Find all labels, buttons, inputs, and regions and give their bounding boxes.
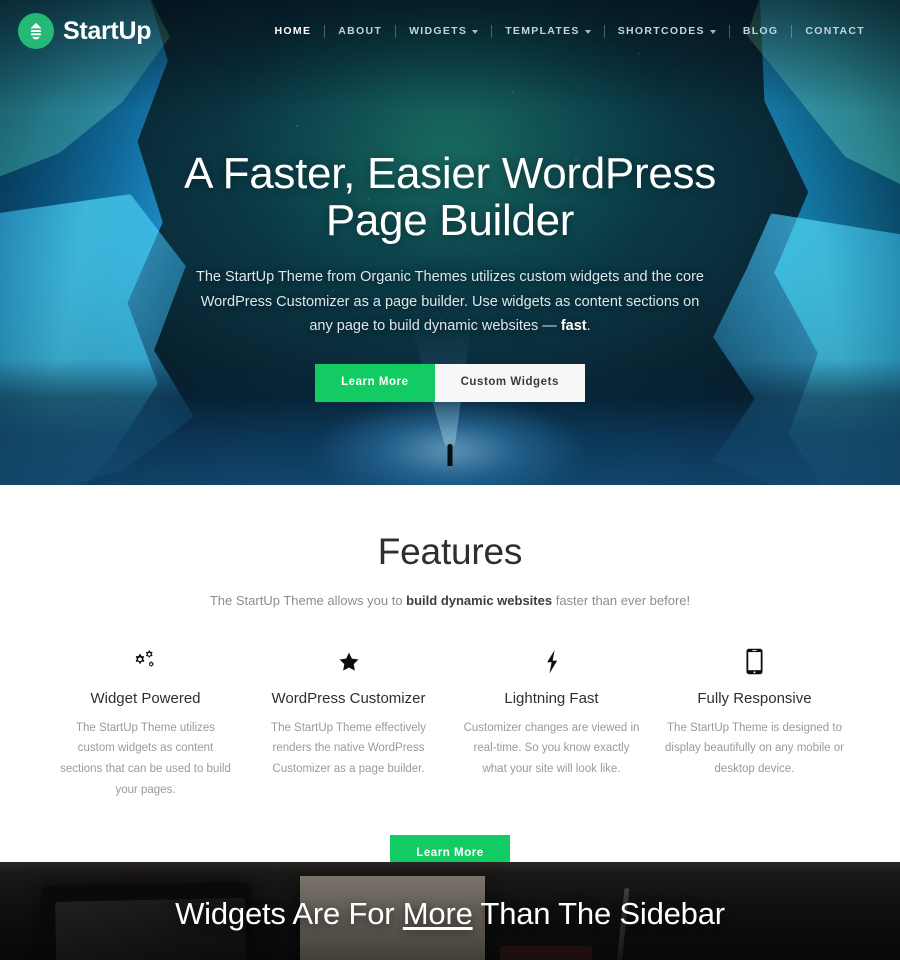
- widgets-title-underlined: More: [402, 896, 473, 931]
- features-section: Features The StartUp Theme allows you to…: [0, 485, 900, 873]
- feature-description: Customizer changes are viewed in real-ti…: [463, 721, 640, 776]
- feature-card-wordpress-customizer: WordPress Customizer The StartUp Theme e…: [247, 647, 450, 802]
- mobile-phone-icon: [665, 647, 844, 677]
- hero-title-line-2: Page Builder: [325, 196, 575, 246]
- stacked-rocket-icon: [18, 13, 54, 49]
- primary-navigation: HOME ABOUT WIDGETS TEMPLATES SHORTCODES …: [262, 24, 878, 38]
- hero-custom-widgets-button[interactable]: Custom Widgets: [434, 364, 585, 402]
- hero-button-group: Learn More Custom Widgets: [90, 364, 810, 402]
- nav-item-shortcodes[interactable]: SHORTCODES: [605, 25, 729, 37]
- hero-subtitle-tail: .: [586, 317, 591, 334]
- nav-item-label: HOME: [274, 25, 312, 37]
- nav-item-label: BLOG: [742, 25, 779, 37]
- widgets-banner-section: Widgets Are For More Than The Sidebar: [0, 862, 900, 960]
- feature-description: The StartUp Theme utilizes custom widget…: [60, 721, 231, 797]
- widgets-title-part-2: Than The Sidebar: [472, 896, 725, 931]
- nav-item-label: ABOUT: [338, 25, 383, 37]
- feature-card-fully-responsive: Fully Responsive The StartUp Theme is de…: [653, 647, 856, 802]
- feature-name: Lightning Fast: [504, 689, 599, 707]
- nav-item-about[interactable]: ABOUT: [325, 25, 395, 37]
- nav-item-contact[interactable]: CONTACT: [792, 25, 878, 37]
- feature-description: The StartUp Theme effectively renders th…: [271, 721, 426, 776]
- chevron-down-icon: [472, 29, 479, 34]
- nav-item-home[interactable]: HOME: [262, 25, 325, 37]
- nav-item-templates[interactable]: TEMPLATES: [492, 25, 604, 37]
- nav-item-label: WIDGETS: [409, 25, 468, 37]
- lightning-bolt-icon: [462, 647, 641, 677]
- page-root: StartUp HOME ABOUT WIDGETS TEMPLATES SHO…: [0, 0, 900, 960]
- brand-name: StartUp: [63, 16, 152, 45]
- nav-item-widgets[interactable]: WIDGETS: [396, 25, 491, 37]
- star-icon: [259, 647, 438, 677]
- hero-title-line-1: A Faster, Easier WordPress: [184, 149, 716, 198]
- nav-item-label: TEMPLATES: [505, 25, 580, 37]
- hero-section: StartUp HOME ABOUT WIDGETS TEMPLATES SHO…: [0, 0, 900, 485]
- widgets-title-part-1: Widgets Are For: [175, 896, 403, 931]
- feature-name: WordPress Customizer: [271, 689, 426, 707]
- chevron-down-icon: [584, 29, 591, 34]
- features-subtitle-text: The StartUp Theme allows you to: [209, 593, 407, 608]
- brand-logo[interactable]: StartUp: [18, 13, 151, 49]
- nav-item-label: SHORTCODES: [617, 25, 705, 37]
- hero-subtitle-text: The StartUp Theme from Organic Themes ut…: [196, 269, 704, 334]
- chevron-down-icon: [709, 29, 716, 34]
- hero-subtitle-emphasis: fast: [560, 317, 587, 334]
- hero-learn-more-button[interactable]: Learn More: [315, 364, 435, 402]
- feature-card-lightning-fast: Lightning Fast Customizer changes are vi…: [450, 647, 653, 802]
- hero-content: A Faster, Easier WordPress Page Builder …: [0, 150, 900, 402]
- features-subtitle-tail: faster than ever before!: [552, 593, 691, 608]
- site-header: StartUp HOME ABOUT WIDGETS TEMPLATES SHO…: [0, 0, 900, 62]
- features-title: Features: [377, 531, 523, 572]
- feature-description: The StartUp Theme is designed to display…: [665, 721, 844, 776]
- feature-name: Widget Powered: [90, 689, 201, 707]
- features-subtitle: The StartUp Theme allows you to build dy…: [26, 591, 874, 611]
- features-subtitle-emphasis: build dynamic websites: [406, 593, 553, 608]
- hero-title: A Faster, Easier WordPress Page Builder: [90, 150, 810, 244]
- feature-name: Fully Responsive: [697, 689, 812, 707]
- nav-item-label: CONTACT: [805, 25, 865, 37]
- nav-item-blog[interactable]: BLOG: [730, 25, 792, 37]
- cogs-icon: [56, 647, 235, 677]
- features-grid: Widget Powered The StartUp Theme utilize…: [26, 647, 874, 802]
- hero-subtitle: The StartUp Theme from Organic Themes ut…: [190, 265, 710, 338]
- widgets-banner-title: Widgets Are For More Than The Sidebar: [0, 896, 900, 932]
- feature-card-widget-powered: Widget Powered The StartUp Theme utilize…: [44, 647, 247, 802]
